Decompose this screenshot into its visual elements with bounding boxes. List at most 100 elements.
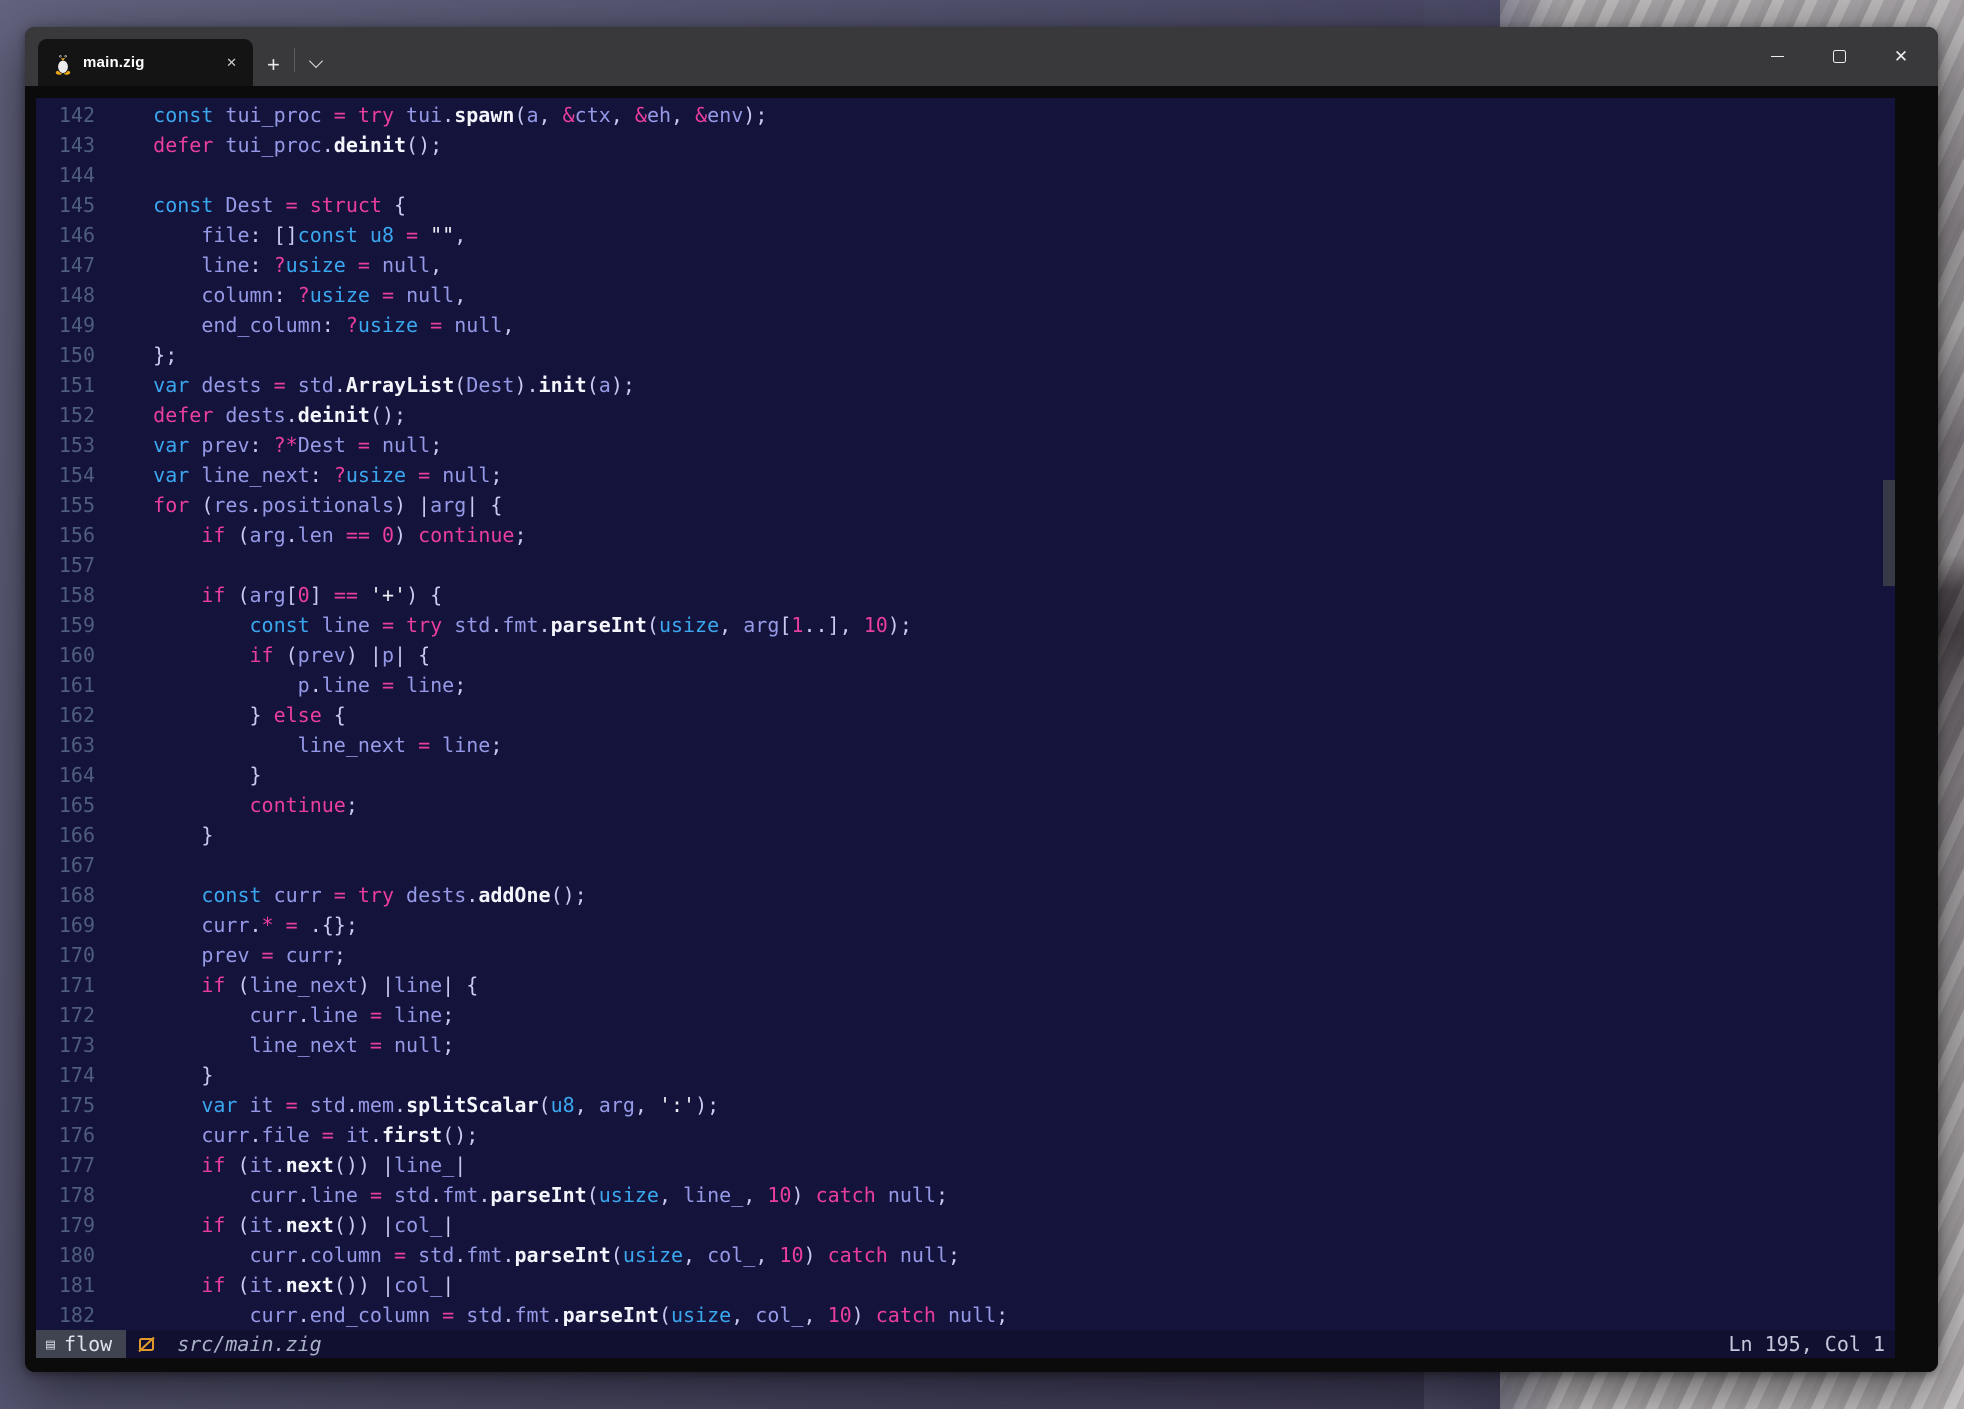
code-line: 169 curr.* = .{};: [36, 910, 1895, 940]
tab-dropdown-chevron-icon[interactable]: [309, 54, 323, 68]
code-text: const Dest = struct {: [105, 190, 406, 220]
code-text: }: [105, 1060, 213, 1090]
code-text: if (it.next()) |line_|: [105, 1150, 466, 1180]
code-line: 179 if (it.next()) |col_|: [36, 1210, 1895, 1240]
tab-close-icon[interactable]: ✕: [220, 53, 243, 73]
line-number: 159: [36, 610, 95, 640]
line-number: 181: [36, 1270, 95, 1300]
code-text: if (prev) |p| {: [105, 640, 430, 670]
line-number: 158: [36, 580, 95, 610]
code-text: if (line_next) |line| {: [105, 970, 478, 1000]
line-number: 142: [36, 100, 95, 130]
line-number: 144: [36, 160, 95, 190]
line-number: 154: [36, 460, 95, 490]
code-line: 155 for (res.positionals) |arg| {: [36, 490, 1895, 520]
code-text: }: [105, 820, 213, 850]
code-area[interactable]: 142 const tui_proc = try tui.spawn(a, &c…: [36, 98, 1895, 1330]
line-number: 177: [36, 1150, 95, 1180]
code-line: 149 end_column: ?usize = null,: [36, 310, 1895, 340]
code-text: curr.* = .{};: [105, 910, 358, 940]
code-line: 182 curr.end_column = std.fmt.parseInt(u…: [36, 1300, 1895, 1330]
maximize-button[interactable]: [1808, 27, 1870, 86]
line-number: 145: [36, 190, 95, 220]
line-number: 167: [36, 850, 95, 880]
terminal-content: 142 const tui_proc = try tui.spawn(a, &c…: [25, 86, 1938, 1372]
line-number: 174: [36, 1060, 95, 1090]
title-bar[interactable]: main.zig ✕ + ✕: [25, 27, 1938, 86]
line-number: 143: [36, 130, 95, 160]
line-number: 163: [36, 730, 95, 760]
code-text: if (it.next()) |col_|: [105, 1210, 454, 1240]
terminal-window: main.zig ✕ + ✕ 142 const tui_proc = try …: [25, 27, 1938, 1372]
code-line: 171 if (line_next) |line| {: [36, 970, 1895, 1000]
code-line: 154 var line_next: ?usize = null;: [36, 460, 1895, 490]
code-text: curr.file = it.first();: [105, 1120, 478, 1150]
line-number: 176: [36, 1120, 95, 1150]
code-line: 148 column: ?usize = null,: [36, 280, 1895, 310]
code-line: 178 curr.line = std.fmt.parseInt(usize, …: [36, 1180, 1895, 1210]
line-number: 155: [36, 490, 95, 520]
line-number: 151: [36, 370, 95, 400]
line-number: 178: [36, 1180, 95, 1210]
line-number: 175: [36, 1090, 95, 1120]
scrollbar-thumb[interactable]: [1883, 480, 1895, 586]
code-text: var prev: ?*Dest = null;: [105, 430, 442, 460]
code-text: p.line = line;: [105, 670, 466, 700]
code-line: 176 curr.file = it.first();: [36, 1120, 1895, 1150]
new-tab-button[interactable]: +: [253, 54, 294, 86]
code-text: curr.line = line;: [105, 1000, 454, 1030]
code-line: 180 curr.column = std.fmt.parseInt(usize…: [36, 1240, 1895, 1270]
code-text: line_next = null;: [105, 1030, 454, 1060]
code-line: 142 const tui_proc = try tui.spawn(a, &c…: [36, 100, 1895, 130]
code-line: 150 };: [36, 340, 1895, 370]
line-number: 146: [36, 220, 95, 250]
code-text: if (arg.len == 0) continue;: [105, 520, 526, 550]
code-text: end_column: ?usize = null,: [105, 310, 514, 340]
code-text: var it = std.mem.splitScalar(u8, arg, ':…: [105, 1090, 719, 1120]
code-line: 145 const Dest = struct {: [36, 190, 1895, 220]
code-line: 181 if (it.next()) |col_|: [36, 1270, 1895, 1300]
minimize-button[interactable]: [1746, 27, 1808, 86]
line-number: 179: [36, 1210, 95, 1240]
minimize-icon: [1771, 56, 1784, 57]
document-icon: ▤: [46, 1337, 55, 1352]
code-text: curr.line = std.fmt.parseInt(usize, line…: [105, 1180, 948, 1210]
code-text: file: []const u8 = "",: [105, 220, 466, 250]
line-number: 148: [36, 280, 95, 310]
code-line: 152 defer dests.deinit();: [36, 400, 1895, 430]
line-number: 171: [36, 970, 95, 1000]
code-text: }: [105, 760, 262, 790]
line-number: 182: [36, 1300, 95, 1330]
code-line: 162 } else {: [36, 700, 1895, 730]
code-line: 170 prev = curr;: [36, 940, 1895, 970]
line-number: 150: [36, 340, 95, 370]
code-text: var line_next: ?usize = null;: [105, 460, 502, 490]
code-line: 167: [36, 850, 1895, 880]
line-number: 149: [36, 310, 95, 340]
code-line: 160 if (prev) |p| {: [36, 640, 1895, 670]
line-number: 172: [36, 1000, 95, 1030]
code-text: const tui_proc = try tui.spawn(a, &ctx, …: [105, 100, 767, 130]
close-button[interactable]: ✕: [1870, 27, 1932, 86]
code-line: 151 var dests = std.ArrayList(Dest).init…: [36, 370, 1895, 400]
line-number: 164: [36, 760, 95, 790]
code-line: 144: [36, 160, 1895, 190]
code-text: line_next = line;: [105, 730, 502, 760]
code-line: 156 if (arg.len == 0) continue;: [36, 520, 1895, 550]
code-line: 166 }: [36, 820, 1895, 850]
line-number: 157: [36, 550, 95, 580]
window-controls: ✕: [1746, 27, 1932, 86]
code-text: };: [105, 340, 177, 370]
line-number: 165: [36, 790, 95, 820]
line-number: 168: [36, 880, 95, 910]
code-text: curr.end_column = std.fmt.parseInt(usize…: [105, 1300, 1008, 1330]
file-path: src/main.zig: [177, 1332, 322, 1356]
code-text: var dests = std.ArrayList(Dest).init(a);: [105, 370, 635, 400]
code-line: 159 const line = try std.fmt.parseInt(us…: [36, 610, 1895, 640]
line-number: 173: [36, 1030, 95, 1060]
code-text: if (arg[0] == '+') {: [105, 580, 442, 610]
status-bar: ▤ flow src/main.zig Ln 195, Col 1: [36, 1330, 1895, 1358]
tab-main-zig[interactable]: main.zig ✕: [38, 39, 253, 86]
code-line: 165 continue;: [36, 790, 1895, 820]
app-name-chip[interactable]: ▤ flow: [36, 1330, 126, 1358]
